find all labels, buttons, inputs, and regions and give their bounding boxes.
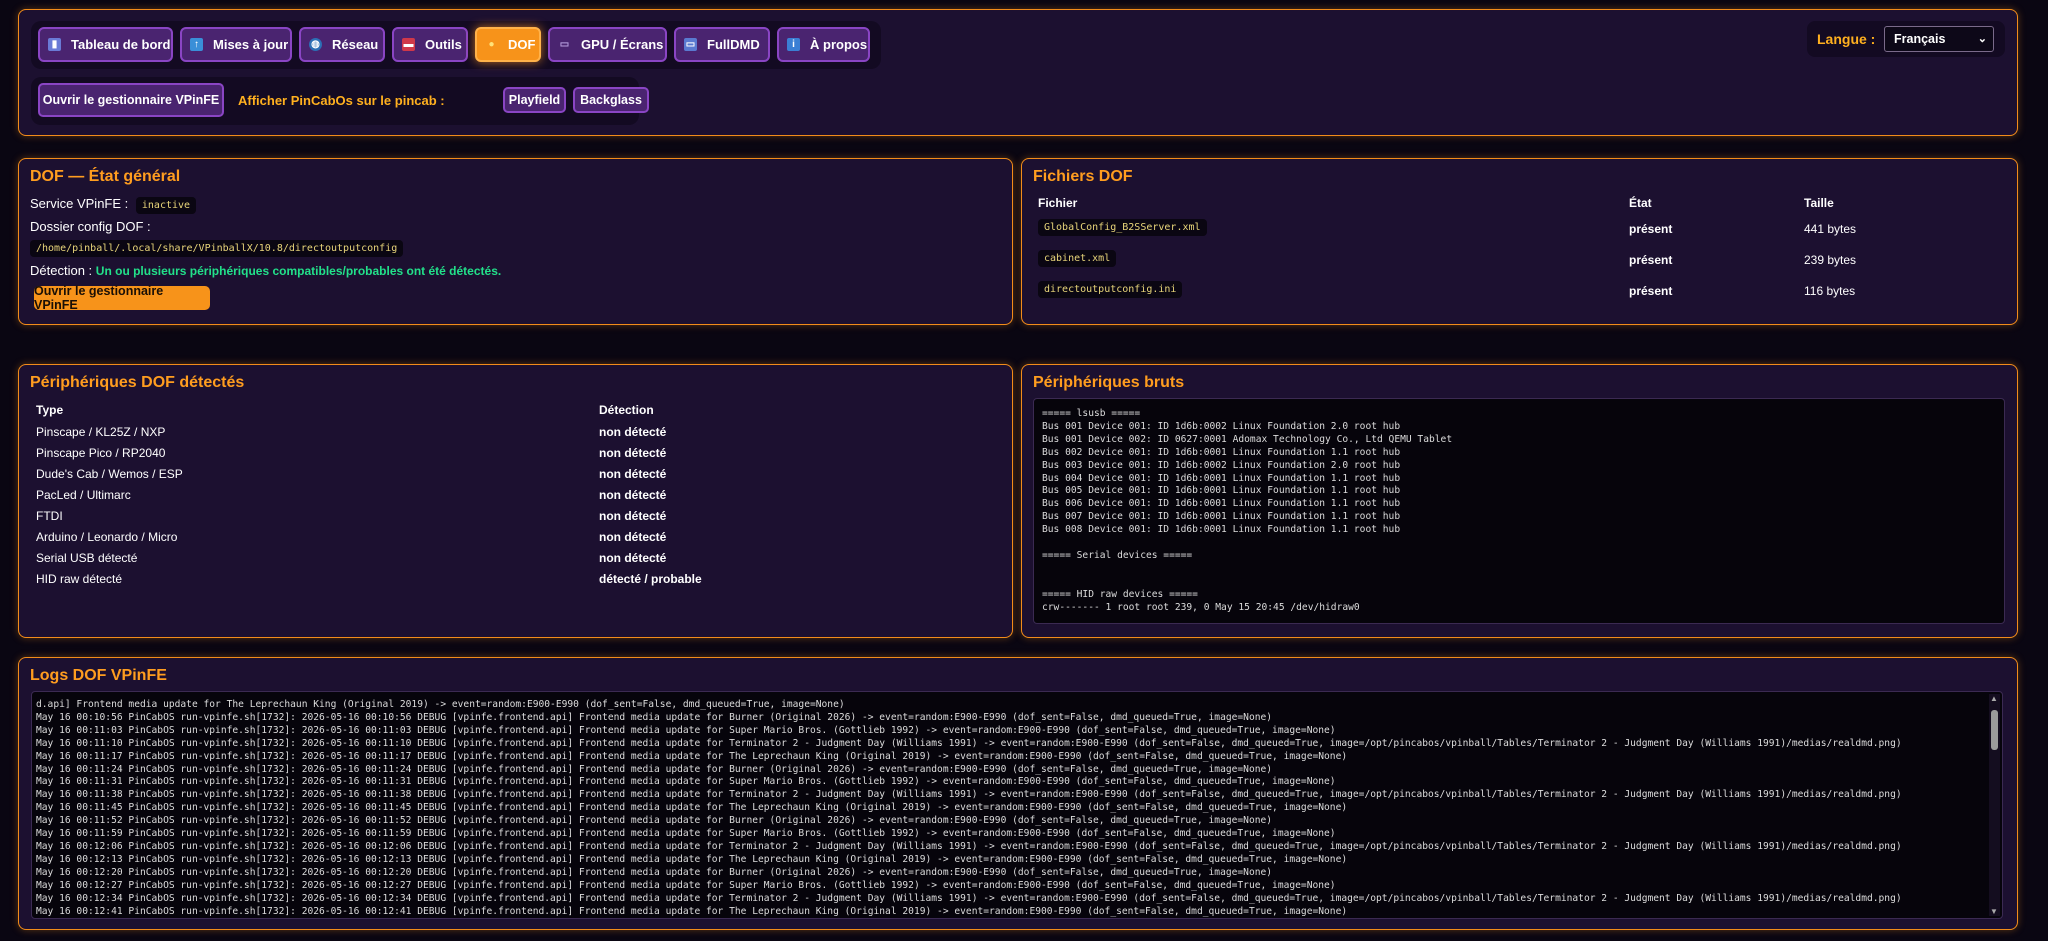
file-state: présent: [1629, 284, 1673, 298]
file-name: cabinet.xml: [1038, 250, 1117, 267]
file-name: directoutputconfig.ini: [1038, 281, 1183, 298]
chevron-down-icon: ⌄: [1977, 33, 1987, 45]
device-type: Serial USB détecté: [36, 551, 138, 565]
detection-value: Un ou plusieurs périphériques compatible…: [95, 264, 502, 278]
device-type: Pinscape / KL25Z / NXP: [36, 425, 166, 439]
show-on-pincab-label: Afficher PinCabOs sur le pincab :: [238, 93, 445, 108]
language-selector: Langue : Français ⌄: [1807, 21, 2005, 57]
file-size: 441 bytes: [1804, 222, 1857, 236]
detected-devices-panel: Périphériques DOF détectés Type Détectio…: [18, 364, 1013, 638]
language-label: Langue :: [1817, 31, 1876, 47]
device-detection-status: non détecté: [599, 425, 667, 439]
panel-title: Périphériques bruts: [1033, 374, 1185, 391]
raw-devices-panel: Périphériques bruts ===== lsusb ===== Bu…: [1021, 364, 2018, 638]
device-detection-status: non détecté: [599, 446, 667, 460]
gpu-icon: ▭: [559, 39, 570, 50]
tab-dof[interactable]: ● DOF: [475, 27, 541, 62]
tab-label: FullDMD: [707, 37, 760, 52]
file-size: 239 bytes: [1804, 253, 1857, 267]
tab-label: Tableau de bord: [71, 37, 171, 52]
file-state: présent: [1629, 222, 1673, 236]
log-text: d.api] Frontend media update for The Lep…: [36, 699, 1902, 917]
dof-files-panel: Fichiers DOF Fichier État Taille GlobalC…: [1021, 158, 2018, 325]
language-value: Français: [1894, 32, 1946, 46]
backglass-button[interactable]: Backglass: [573, 87, 649, 113]
tab-label: DOF: [508, 37, 536, 52]
column-header-state: État: [1629, 196, 1652, 210]
scroll-down-icon[interactable]: ▼: [1990, 907, 1998, 916]
device-type: FTDI: [36, 509, 63, 523]
file-size: 116 bytes: [1804, 284, 1856, 298]
device-type: Dude's Cab / Wemos / ESP: [36, 467, 183, 481]
column-header-detection: Détection: [599, 403, 654, 417]
device-detection-status: détecté / probable: [599, 572, 702, 586]
pincab-controls: Ouvrir le gestionnaire VPinFE Afficher P…: [31, 77, 649, 125]
panel-title: DOF — État général: [30, 168, 181, 185]
globe-icon: ◍: [309, 38, 322, 51]
service-status-badge: inactive: [135, 197, 197, 214]
raw-devices-output[interactable]: ===== lsusb ===== Bus 001 Device 001: ID…: [1033, 398, 2005, 624]
device-detection-status: non détecté: [599, 509, 667, 523]
language-select[interactable]: Français ⌄: [1884, 26, 1994, 52]
tab-label: Réseau: [332, 37, 379, 52]
tab-mises-a-jour[interactable]: ↑ Mises à jour: [180, 27, 292, 62]
main-tabs: ▮ Tableau de bord ↑ Mises à jour ◍ Résea…: [31, 21, 881, 69]
bar-chart-icon: ▮: [48, 38, 61, 51]
lightbulb-icon: ●: [488, 39, 495, 50]
file-name: GlobalConfig_B2SServer.xml: [1038, 219, 1207, 236]
tab-a-propos[interactable]: i À propos: [777, 27, 870, 62]
detection-row: Détection : Un ou plusieurs périphérique…: [30, 263, 501, 278]
device-type: HID raw détecté: [36, 572, 123, 586]
info-icon: i: [787, 38, 800, 51]
tab-tableau-de-bord[interactable]: ▮ Tableau de bord: [38, 27, 173, 62]
open-vpinfe-manager-button[interactable]: Ouvrir le gestionnaire VPinFE: [34, 284, 210, 312]
service-label: Service VPinFE :: [30, 196, 129, 211]
raw-devices-text: ===== lsusb ===== Bus 001 Device 001: ID…: [1042, 408, 1453, 613]
device-type: PacLed / Ultimarc: [36, 488, 131, 502]
panel-title: Fichiers DOF: [1033, 168, 1133, 185]
detection-label: Détection :: [30, 263, 93, 278]
playfield-button[interactable]: Playfield: [503, 87, 566, 113]
device-detection-status: non détecté: [599, 530, 667, 544]
log-output[interactable]: d.api] Frontend media update for The Lep…: [31, 691, 2003, 919]
column-header-type: Type: [36, 403, 64, 417]
tab-fulldmd[interactable]: ▭ FullDMD: [674, 27, 770, 62]
open-vpinfe-manager-button[interactable]: Ouvrir le gestionnaire VPinFE: [38, 83, 224, 117]
service-row: Service VPinFE : inactive: [30, 196, 197, 214]
file-state: présent: [1629, 253, 1673, 267]
tab-label: À propos: [810, 37, 868, 52]
tab-label: Mises à jour: [213, 37, 289, 52]
scroll-up-icon[interactable]: ▲: [1990, 694, 1998, 703]
tab-outils[interactable]: ▬ Outils: [392, 27, 468, 62]
column-header-file: Fichier: [1038, 196, 1078, 210]
config-row: /home/pinball/.local/share/VPinballX/10.…: [30, 239, 404, 257]
device-detection-status: non détecté: [599, 551, 667, 565]
tab-label: GPU / Écrans: [581, 37, 664, 52]
toolbox-icon: ▬: [402, 38, 415, 51]
panel-title: Périphériques DOF détectés: [30, 374, 245, 391]
tab-gpu-ecrans[interactable]: ▭ GPU / Écrans: [548, 27, 667, 62]
monitor-icon: ▭: [684, 38, 697, 51]
scrollbar-thumb[interactable]: [1991, 710, 1998, 750]
up-arrow-icon: ↑: [190, 38, 203, 51]
panel-title: Logs DOF VPinFE: [30, 667, 167, 684]
log-scrollbar[interactable]: ▲ ▼: [1989, 694, 2000, 916]
tab-reseau[interactable]: ◍ Réseau: [299, 27, 385, 62]
config-path: /home/pinball/.local/share/VPinballX/10.…: [30, 240, 404, 257]
column-header-size: Taille: [1804, 196, 1834, 210]
dof-logs-panel: Logs DOF VPinFE d.api] Frontend media up…: [18, 657, 2018, 930]
config-label: Dossier config DOF :: [30, 219, 151, 234]
device-type: Pinscape Pico / RP2040: [36, 446, 166, 460]
device-detection-status: non détecté: [599, 488, 667, 502]
tab-label: Outils: [425, 37, 462, 52]
device-detection-status: non détecté: [599, 467, 667, 481]
top-navigation-panel: ▮ Tableau de bord ↑ Mises à jour ◍ Résea…: [18, 9, 2018, 136]
dof-status-panel: DOF — État général Service VPinFE : inac…: [18, 158, 1013, 325]
device-type: Arduino / Leonardo / Micro: [36, 530, 178, 544]
